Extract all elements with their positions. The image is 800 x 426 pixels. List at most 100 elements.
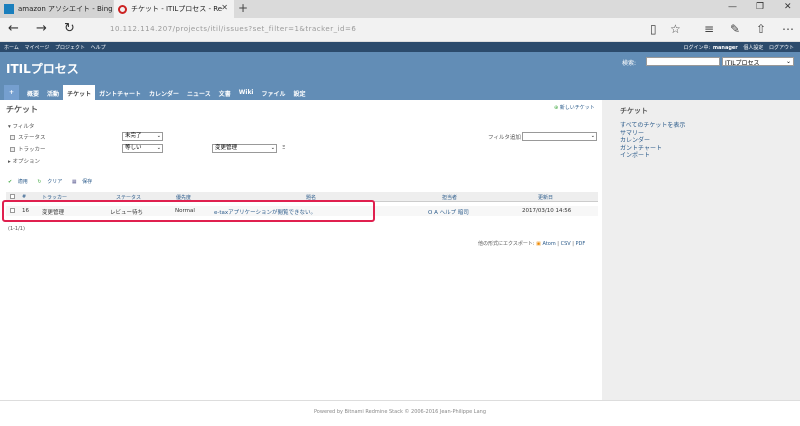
more-icon[interactable]: ⋯ — [782, 22, 794, 36]
footer: Powered by Bitnami Redmine Stack © 2006-… — [0, 400, 800, 426]
menu-home-link[interactable]: ホーム — [4, 45, 19, 51]
sidebar-link-all-issues[interactable]: すべてのチケットを表示 — [620, 122, 685, 130]
add-filter-label: フィルタ追加 — [488, 135, 521, 141]
clear-button[interactable]: ↻ クリア — [37, 179, 66, 185]
new-ticket-label: 新しいチケット — [559, 105, 595, 111]
save-icon: ▦ — [71, 179, 77, 185]
search-label: 検索: — [622, 60, 637, 67]
bing-icon — [4, 4, 14, 14]
share-icon[interactable]: ⇧ — [756, 22, 766, 36]
back-button[interactable]: ← — [8, 21, 19, 36]
url-field[interactable]: 10.112.114.207/projects/itil/issues?set_… — [110, 25, 356, 33]
add-icon: ⊕ — [554, 105, 559, 111]
favorite-star-icon[interactable]: ☆ — [670, 22, 681, 36]
refresh-button[interactable]: ↻ — [64, 21, 75, 36]
sidebar-link-import[interactable]: インポート — [620, 152, 685, 160]
tracker-operator-select[interactable]: 等しい ⌄ — [122, 144, 163, 153]
menu-mypage-link[interactable]: マイページ — [24, 45, 49, 51]
status-operator-value: 未完了 — [125, 133, 142, 139]
reading-view-icon[interactable]: ▯ — [650, 22, 657, 36]
tab-calendar[interactable]: カレンダー — [145, 85, 183, 100]
filter-legend-label: フィルタ — [12, 124, 35, 130]
export-csv-link[interactable]: CSV — [561, 241, 571, 247]
menu-projects-link[interactable]: プロジェクト — [55, 45, 85, 51]
menu-help-link[interactable]: ヘルプ — [91, 45, 106, 51]
top-menu: ホーム マイページ プロジェクト ヘルプ ログイン中: manager 個人設定… — [0, 42, 800, 52]
reload-icon: ↻ — [37, 179, 42, 185]
tab-files[interactable]: ファイル — [258, 85, 290, 100]
close-tab-icon[interactable]: ✕ — [221, 3, 228, 12]
chevron-down-icon: ⌄ — [785, 58, 791, 65]
export-atom-link[interactable]: Atom — [542, 241, 555, 247]
add-filter-select[interactable]: ⌄ — [522, 132, 597, 141]
hub-icon[interactable]: ≡ — [704, 22, 714, 36]
tab-issues[interactable]: チケット — [63, 85, 96, 100]
column-assignee[interactable]: 担当者 — [442, 194, 457, 201]
tab-news[interactable]: ニュース — [183, 85, 215, 100]
tab-new[interactable]: + — [4, 85, 20, 100]
apply-button[interactable]: ✔ 適用 — [8, 179, 32, 185]
filter-status-label: ステータス — [18, 135, 46, 141]
main-content: チケット ⊕ 新しいチケット ▾ フィルタ ステータス 未完了 ⌄ フィルタ追加 … — [0, 100, 602, 400]
search-input[interactable] — [646, 57, 720, 66]
web-note-icon[interactable]: ✎ — [730, 22, 740, 36]
highlight-annotation — [2, 200, 375, 222]
export-label: 他の形式にエクスポート: — [478, 241, 535, 247]
sidebar-link-summary[interactable]: サマリー — [620, 130, 685, 138]
save-button[interactable]: ▦ 保存 — [72, 179, 96, 185]
query-actions: ✔ 適用 ↻ クリア ▦ 保存 — [8, 178, 100, 185]
sidebar-links: すべてのチケットを表示 サマリー カレンダー ガントチャート インポート — [620, 122, 685, 160]
new-tab-button[interactable]: + — [238, 1, 248, 15]
issue-assignee[interactable]: O A ヘルプ 暗司 — [428, 208, 469, 216]
check-icon: ✔ — [8, 179, 13, 185]
redmine-icon — [118, 4, 127, 14]
options-legend-label: オプション — [12, 159, 41, 165]
filter-tracker[interactable]: トラッカー — [10, 145, 46, 153]
tab-activity[interactable]: 活動 — [43, 85, 63, 100]
browser-tab-redmine[interactable]: チケット - ITILプロセス - Re ✕ — [114, 0, 234, 18]
export-pdf-link[interactable]: PDF — [576, 241, 586, 247]
new-ticket-link[interactable]: ⊕ 新しいチケット — [554, 104, 595, 111]
filter-status[interactable]: ステータス — [10, 133, 46, 141]
close-window-button[interactable]: ✕ — [784, 2, 792, 12]
logged-in-label: ログイン中: — [683, 45, 711, 51]
tracker-checkbox[interactable] — [10, 147, 15, 152]
browser-tabstrip: amazon アソシエイト - Bing チケット - ITILプロセス - R… — [0, 0, 800, 18]
maximize-button[interactable]: ❐ — [756, 2, 764, 12]
issue-updated: 2017/03/10 14:56 — [522, 208, 572, 214]
browser-tab-bing[interactable]: amazon アソシエイト - Bing — [0, 0, 113, 18]
forward-button[interactable]: → — [36, 21, 47, 36]
filter-legend[interactable]: ▾ フィルタ — [8, 122, 34, 130]
tab-settings[interactable]: 設定 — [290, 85, 310, 100]
tab-documents[interactable]: 文書 — [215, 85, 235, 100]
my-account-link[interactable]: 個人設定 — [743, 45, 763, 51]
status-operator-select[interactable]: 未完了 ⌄ — [122, 132, 163, 141]
browser-tab-label: amazon アソシエイト - Bing — [18, 5, 113, 13]
options-legend[interactable]: ▸ オプション — [8, 157, 40, 165]
column-updated[interactable]: 更新日 — [538, 194, 553, 201]
footer-text: Powered by Bitnami Redmine Stack © 2006-… — [313, 409, 487, 415]
tab-overview[interactable]: 概要 — [23, 85, 43, 100]
status-checkbox[interactable] — [10, 135, 15, 140]
tab-gantt[interactable]: ガントチャート — [95, 85, 145, 100]
project-jump-select[interactable]: ITILプロセス ⌄ — [722, 57, 794, 67]
minimize-button[interactable]: — — [728, 2, 737, 12]
tracker-operator-value: 等しい — [125, 145, 142, 151]
sidebar: チケット すべてのチケットを表示 サマリー カレンダー ガントチャート インポー… — [602, 100, 800, 400]
tab-wiki[interactable]: Wiki — [235, 85, 258, 100]
pagination-count: (1-1/1) — [8, 226, 25, 232]
feed-icon: ▣ — [536, 241, 541, 247]
logout-link[interactable]: ログアウト — [769, 45, 794, 51]
address-bar: ← → ↻ 10.112.114.207/projects/itil/issue… — [0, 18, 800, 42]
sidebar-link-gantt[interactable]: ガントチャート — [620, 145, 685, 153]
page-title: チケット — [6, 105, 38, 114]
project-jump-value: ITILプロセス — [725, 60, 760, 67]
user-link[interactable]: manager — [713, 45, 738, 51]
multi-select-toggle[interactable]: Ξ — [282, 145, 285, 151]
tracker-value: 変更管理 — [215, 145, 238, 151]
export-links: 他の形式にエクスポート: ▣ Atom | CSV | PDF — [478, 241, 586, 247]
tracker-value-select[interactable]: 変更管理 ⌄ — [212, 144, 277, 153]
project-header: ITILプロセス 検索: ITILプロセス ⌄ + 概要 活動 チケット ガント… — [0, 52, 800, 100]
sidebar-link-calendar[interactable]: カレンダー — [620, 137, 685, 145]
sidebar-title: チケット — [620, 107, 648, 115]
